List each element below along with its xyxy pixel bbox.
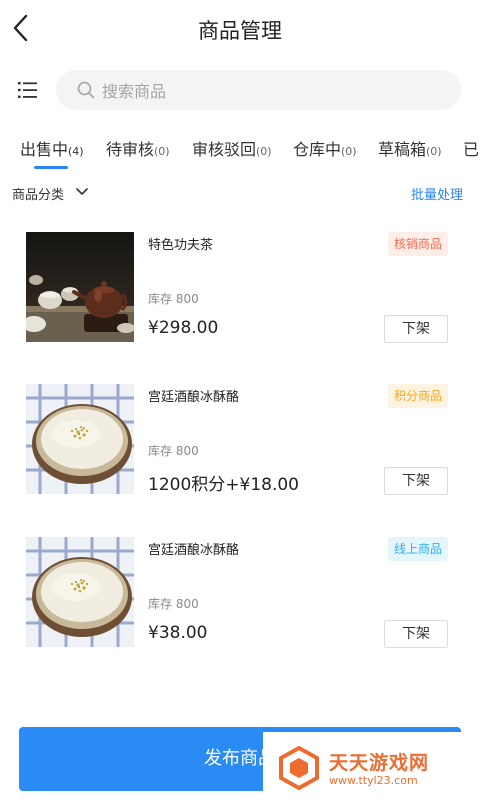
page-title: 商品管理 bbox=[198, 19, 282, 43]
filter-row: 商品分类 批量处理 bbox=[0, 180, 480, 206]
watermark-logo: 天天游戏网 www.ttyl23.com bbox=[263, 732, 480, 800]
product-image bbox=[26, 537, 134, 647]
search-row bbox=[0, 70, 480, 112]
product-type-badge: 积分商品 bbox=[387, 384, 448, 408]
product-price: ¥298.00 bbox=[148, 318, 219, 338]
product-type-badge: 核销商品 bbox=[387, 232, 448, 256]
delist-button[interactable]: 下架 bbox=[384, 315, 448, 343]
delist-button[interactable]: 下架 bbox=[384, 467, 448, 495]
tab-label: 已 bbox=[463, 140, 480, 159]
tab-drafts[interactable]: 草稿箱(0) bbox=[378, 136, 442, 172]
product-item[interactable]: 宫廷酒酿冰酥酪 线上商品 库存 800 ¥38.00 下架 bbox=[0, 537, 480, 687]
tab-label: 仓库中 bbox=[293, 140, 342, 159]
category-filter[interactable]: 商品分类 bbox=[12, 184, 64, 203]
product-stock: 库存 800 bbox=[148, 444, 199, 458]
product-stock: 库存 800 bbox=[148, 292, 199, 306]
product-item[interactable]: 宫廷酒酿冰酥酪 积分商品 库存 800 1200积分+¥18.00 下架 bbox=[0, 384, 480, 534]
tab-label: 审核驳回 bbox=[192, 140, 257, 159]
product-name: 特色功夫茶 bbox=[148, 238, 214, 253]
tab-count: (0) bbox=[341, 145, 357, 158]
tab-pending-review[interactable]: 待审核(0) bbox=[106, 136, 170, 172]
tea-set-photo bbox=[26, 232, 134, 342]
product-item[interactable]: 特色功夫茶 核销商品 库存 800 ¥298.00 下架 bbox=[0, 232, 480, 382]
tab-label: 草稿箱 bbox=[378, 140, 427, 159]
product-name: 宫廷酒酿冰酥酪 bbox=[148, 390, 240, 405]
site-logo-icon bbox=[279, 746, 319, 790]
search-box[interactable] bbox=[56, 70, 461, 112]
category-menu-button[interactable] bbox=[16, 78, 40, 102]
product-image bbox=[26, 232, 134, 342]
batch-process-button[interactable]: 批量处理 bbox=[411, 184, 463, 203]
delist-button[interactable]: 下架 bbox=[384, 620, 448, 648]
search-icon bbox=[77, 81, 95, 99]
list-menu-icon bbox=[18, 82, 37, 98]
tab-count: (0) bbox=[256, 145, 272, 158]
product-image bbox=[26, 384, 134, 494]
search-input[interactable] bbox=[100, 70, 444, 112]
product-type-badge: 线上商品 bbox=[387, 537, 448, 561]
tab-count: (0) bbox=[426, 145, 442, 158]
status-tabs: 出售中(4) 待审核(0) 审核驳回(0) 仓库中(0) 草稿箱(0) 已 bbox=[0, 130, 480, 174]
watermark-url: www.ttyl23.com bbox=[329, 774, 418, 787]
chevron-down-icon[interactable] bbox=[74, 184, 90, 200]
product-stock: 库存 800 bbox=[148, 597, 199, 611]
dessert-bowl-photo bbox=[26, 384, 134, 494]
dessert-bowl-photo bbox=[26, 537, 134, 647]
product-name: 宫廷酒酿冰酥酪 bbox=[148, 543, 240, 558]
tab-warehouse[interactable]: 仓库中(0) bbox=[293, 136, 357, 172]
tab-more[interactable]: 已 bbox=[463, 136, 479, 172]
header-bar: 商品管理 bbox=[0, 0, 480, 58]
active-tab-indicator bbox=[34, 166, 68, 169]
watermark-name: 天天游戏网 bbox=[329, 752, 430, 774]
tab-label: 待审核 bbox=[106, 140, 155, 159]
product-price: ¥38.00 bbox=[148, 623, 208, 643]
tab-count: (0) bbox=[154, 145, 170, 158]
tab-rejected[interactable]: 审核驳回(0) bbox=[192, 136, 272, 172]
product-price: 1200积分+¥18.00 bbox=[148, 475, 299, 495]
tab-count: (4) bbox=[68, 145, 84, 158]
tab-label: 出售中 bbox=[20, 140, 69, 159]
